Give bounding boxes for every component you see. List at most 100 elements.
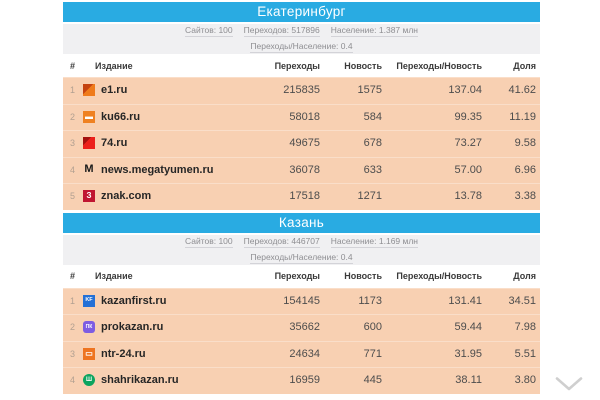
- city-section-ekaterinburg: Екатеринбург Сайтов: 100 Переходов: 5178…: [63, 2, 540, 210]
- favicon-megatyumen: M: [83, 164, 95, 176]
- table-row: 3 ▭ ntr-24.ru 24634 771 31.95 5.51: [63, 341, 540, 368]
- stat-transitions[interactable]: Переходов: 446707: [244, 236, 320, 248]
- table-row: 2 ▬ ku66.ru 58018 584 99.35 11.19: [63, 104, 540, 131]
- column-header-ratio: Переходы/Новость: [382, 271, 482, 281]
- chevron-down-icon[interactable]: [555, 376, 583, 393]
- publication-link[interactable]: e1.ru: [101, 84, 127, 96]
- table-row: 1 e1.ru 215835 1575 137.04 41.62: [63, 77, 540, 104]
- transitions-value: 17518: [232, 190, 320, 202]
- city-title-ekaterinburg: Екатеринбург: [63, 2, 540, 22]
- ratio-value: 38.11: [382, 374, 482, 386]
- stat-per-capita[interactable]: Переходы/Население: 0.4: [250, 252, 352, 264]
- transitions-value: 58018: [232, 111, 320, 123]
- row-number: 1: [63, 85, 83, 95]
- table-header: # Издание Переходы Новость Переходы/Ново…: [63, 54, 540, 77]
- transitions-value: 16959: [232, 374, 320, 386]
- publication-link[interactable]: ntr-24.ru: [101, 348, 146, 360]
- publication-link[interactable]: znak.com: [101, 190, 151, 202]
- table-row: 1 KF kazanfirst.ru 154145 1173 131.41 34…: [63, 288, 540, 315]
- ratio-value: 73.27: [382, 137, 482, 149]
- share-value: 3.38: [482, 190, 540, 202]
- favicon-kazanfirst-ru: KF: [83, 295, 95, 307]
- news-value: 1173: [320, 295, 382, 307]
- ratio-value: 59.44: [382, 321, 482, 333]
- city-stats-ekaterinburg: Сайтов: 100 Переходов: 517896 Население:…: [63, 24, 540, 54]
- favicon-ntr-24-ru: ▭: [83, 348, 95, 360]
- publication-link[interactable]: shahrikazan.ru: [101, 374, 179, 386]
- column-header-news: Новость: [320, 271, 382, 281]
- column-header-share: Доля: [482, 271, 540, 281]
- row-number: 4: [63, 165, 83, 175]
- transitions-value: 35662: [232, 321, 320, 333]
- publication-link[interactable]: kazanfirst.ru: [101, 295, 166, 307]
- news-value: 1271: [320, 190, 382, 202]
- content-area: Екатеринбург Сайтов: 100 Переходов: 5178…: [63, 2, 540, 397]
- stats-line-1: Сайтов: 100 Переходов: 446707 Население:…: [185, 236, 418, 248]
- publication-link[interactable]: news.megatyumen.ru: [101, 164, 213, 176]
- row-number: 1: [63, 296, 83, 306]
- share-value: 3.80: [482, 374, 540, 386]
- publication-link[interactable]: 74.ru: [101, 137, 127, 149]
- news-value: 445: [320, 374, 382, 386]
- news-value: 584: [320, 111, 382, 123]
- stats-line-1: Сайтов: 100 Переходов: 517896 Население:…: [185, 25, 418, 37]
- share-value: 41.62: [482, 84, 540, 96]
- city-stats-kazan: Сайтов: 100 Переходов: 446707 Население:…: [63, 235, 540, 265]
- row-number: 2: [63, 112, 83, 122]
- city-section-kazan: Казань Сайтов: 100 Переходов: 446707 Нас…: [63, 213, 540, 394]
- column-header-news: Новость: [320, 61, 382, 71]
- column-header-share: Доля: [482, 61, 540, 71]
- column-header-num: #: [63, 271, 83, 281]
- table-row: 4 M news.megatyumen.ru 36078 633 57.00 6…: [63, 157, 540, 184]
- row-number: 3: [63, 138, 83, 148]
- news-value: 1575: [320, 84, 382, 96]
- publication-link[interactable]: ku66.ru: [101, 111, 140, 123]
- favicon-shahrikazan-ru: Ш: [83, 374, 95, 386]
- column-header-transitions: Переходы: [232, 271, 320, 281]
- transitions-value: 49675: [232, 137, 320, 149]
- favicon-prokazan-ru: ПК: [83, 321, 95, 333]
- column-header-transitions: Переходы: [232, 61, 320, 71]
- ratio-value: 13.78: [382, 190, 482, 202]
- favicon-znak-com: З: [83, 190, 95, 202]
- column-header-publication: Издание: [83, 61, 232, 71]
- column-header-publication: Издание: [83, 271, 232, 281]
- favicon-e1-ru: [83, 84, 95, 96]
- share-value: 6.96: [482, 164, 540, 176]
- share-value: 11.19: [482, 111, 540, 123]
- ratio-value: 57.00: [382, 164, 482, 176]
- table-row: 2 ПК prokazan.ru 35662 600 59.44 7.98: [63, 314, 540, 341]
- transitions-value: 215835: [232, 84, 320, 96]
- ratio-value: 137.04: [382, 84, 482, 96]
- row-number: 5: [63, 191, 83, 201]
- favicon-74-ru: [83, 137, 95, 149]
- favicon-ku66-ru: ▬: [83, 111, 95, 123]
- news-value: 771: [320, 348, 382, 360]
- table-row: 5 З znak.com 17518 1271 13.78 3.38: [63, 183, 540, 210]
- transitions-value: 154145: [232, 295, 320, 307]
- news-value: 633: [320, 164, 382, 176]
- share-value: 7.98: [482, 321, 540, 333]
- stat-population[interactable]: Население: 1.387 млн: [331, 25, 418, 37]
- stat-population[interactable]: Население: 1.169 млн: [331, 236, 418, 248]
- city-title-kazan: Казань: [63, 213, 540, 233]
- column-header-ratio: Переходы/Новость: [382, 61, 482, 71]
- news-value: 600: [320, 321, 382, 333]
- stats-line-2: Переходы/Население: 0.4: [250, 252, 352, 264]
- ratio-value: 31.95: [382, 348, 482, 360]
- ratio-value: 99.35: [382, 111, 482, 123]
- row-number: 3: [63, 349, 83, 359]
- share-value: 9.58: [482, 137, 540, 149]
- stat-sites[interactable]: Сайтов: 100: [185, 25, 233, 37]
- stat-sites[interactable]: Сайтов: 100: [185, 236, 233, 248]
- row-number: 4: [63, 375, 83, 385]
- transitions-value: 36078: [232, 164, 320, 176]
- table-row: 4 Ш shahrikazan.ru 16959 445 38.11 3.80: [63, 367, 540, 394]
- column-header-num: #: [63, 61, 83, 71]
- stat-per-capita[interactable]: Переходы/Население: 0.4: [250, 41, 352, 53]
- publication-link[interactable]: prokazan.ru: [101, 321, 163, 333]
- share-value: 5.51: [482, 348, 540, 360]
- stat-transitions[interactable]: Переходов: 517896: [244, 25, 320, 37]
- share-value: 34.51: [482, 295, 540, 307]
- news-value: 678: [320, 137, 382, 149]
